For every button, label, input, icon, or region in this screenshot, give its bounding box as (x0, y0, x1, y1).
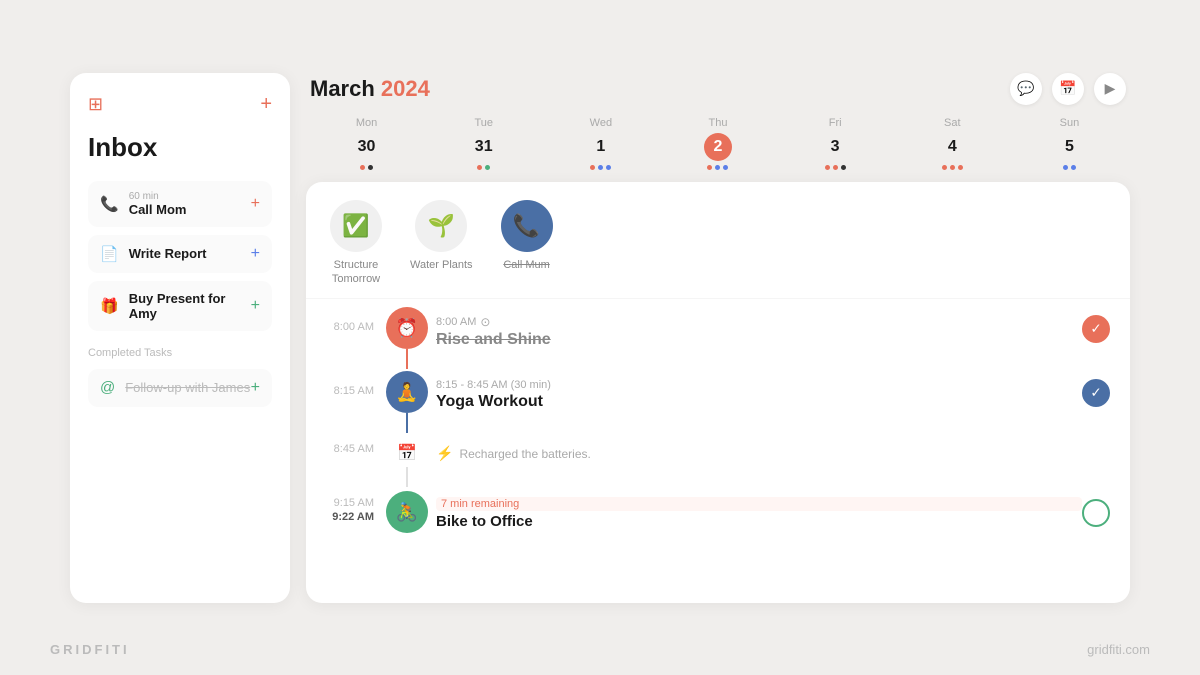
calendar-header: March 2024 💬 📅 ▶ (306, 73, 1130, 105)
day-dots (1063, 165, 1076, 170)
content-panel: ✅ StructureTomorrow 🌱 Water Plants 📞 Cal… (306, 182, 1130, 603)
day-tue[interactable]: Tue 31 (425, 117, 542, 170)
day-label: Mon (356, 117, 377, 129)
day-number: 3 (821, 133, 849, 161)
inbox-title: Inbox (88, 132, 272, 163)
phone-icon: 📞 (100, 195, 119, 213)
day-label: Sat (944, 117, 961, 129)
task-add-button[interactable]: + (251, 297, 260, 315)
task-write-report[interactable]: 📄 Write Report + (88, 235, 272, 273)
days-row: Mon 30 Tue 31 Wed 1 (306, 117, 1130, 170)
day-label: Sun (1060, 117, 1080, 129)
time-label: 9:15 AM (326, 497, 374, 509)
task-name: Write Report (129, 246, 207, 261)
day-mon[interactable]: Mon 30 (308, 117, 425, 170)
day-dots (825, 165, 846, 170)
day-sat[interactable]: Sat 4 (894, 117, 1011, 170)
task-name: Follow-up with James (125, 380, 250, 395)
quick-task-call-mum[interactable]: 📞 Call Mum (501, 200, 553, 287)
task-add-button[interactable]: + (251, 245, 260, 263)
time-label: 8:15 AM (334, 385, 374, 397)
gift-icon: 🎁 (100, 297, 119, 315)
day-label: Wed (590, 117, 612, 129)
time-label: 8:45 AM (334, 443, 374, 455)
chat-icon-button[interactable]: 💬 (1010, 73, 1042, 105)
quick-task-label: Call Mum (503, 258, 549, 272)
task-add-button[interactable]: + (251, 195, 260, 213)
task-call-mom[interactable]: 📞 60 min Call Mom + (88, 181, 272, 227)
task-add-button[interactable]: + (251, 379, 260, 397)
quick-task-water-plants[interactable]: 🌱 Water Plants (410, 200, 473, 287)
at-icon: @ (100, 379, 115, 396)
event-note: ⚡ Recharged the batteries. (436, 445, 1082, 462)
day-number-today: 2 (704, 133, 732, 161)
play-icon-button[interactable]: ▶ (1094, 73, 1126, 105)
day-label: Fri (829, 117, 842, 129)
day-sun[interactable]: Sun 5 (1011, 117, 1128, 170)
completed-section: Completed Tasks @ Follow-up with James + (88, 347, 272, 407)
sidebar-header: ⊞ + (88, 93, 272, 116)
main-area: March 2024 💬 📅 ▶ Mon 30 Tue 31 (306, 73, 1130, 603)
quick-task-label: Water Plants (410, 258, 473, 272)
document-icon: 📄 (100, 245, 119, 263)
check-button-rise-shine[interactable]: ✓ (1082, 315, 1110, 343)
quick-task-circle: ✅ (330, 200, 382, 252)
quick-tasks-row: ✅ StructureTomorrow 🌱 Water Plants 📞 Cal… (306, 182, 1130, 300)
event-circle-yoga: 🧘 (386, 371, 428, 413)
day-dots (590, 165, 611, 170)
event-circle-rise-shine: ⏰ (386, 307, 428, 349)
task-name: Call Mom (129, 202, 187, 217)
quick-task-structure[interactable]: ✅ StructureTomorrow (330, 200, 382, 287)
event-time: 8:00 AM ⊙ (436, 315, 1082, 329)
day-wed[interactable]: Wed 1 (542, 117, 659, 170)
event-circle-bike: 🚴 (386, 491, 428, 533)
day-label: Tue (474, 117, 493, 129)
task-name: Buy Present for Amy (129, 291, 251, 321)
quick-task-label: StructureTomorrow (332, 258, 380, 287)
header-icons: 💬 📅 ▶ (1010, 73, 1126, 105)
calendar-note-icon: 📅 (386, 439, 428, 467)
day-label: Thu (709, 117, 728, 129)
task-duration: 60 min (129, 191, 187, 202)
day-number: 1 (587, 133, 615, 161)
quick-task-circle: 📞 (501, 200, 553, 252)
brand-right: gridfiti.com (1087, 642, 1150, 657)
day-dots (360, 165, 373, 170)
day-dots (942, 165, 963, 170)
time-label: 8:00 AM (334, 321, 374, 333)
day-fri[interactable]: Fri 3 (777, 117, 894, 170)
day-number: 4 (938, 133, 966, 161)
event-badge: 7 min remaining (436, 497, 1082, 511)
task-buy-present[interactable]: 🎁 Buy Present for Amy + (88, 281, 272, 331)
event-title-bike: Bike to Office (436, 513, 1082, 530)
task-follow-up[interactable]: @ Follow-up with James + (88, 369, 272, 407)
sidebar-toggle-icon: ⊞ (88, 94, 103, 115)
timeline: 8:00 AM ⏰ 8:00 AM ⊙ Rise and Shine ✓ (306, 299, 1130, 602)
quick-task-circle: 🌱 (415, 200, 467, 252)
check-button-yoga[interactable]: ✓ (1082, 379, 1110, 407)
time-label-bold: 9:22 AM (326, 511, 374, 523)
event-title-rise-shine: Rise and Shine (436, 331, 1082, 349)
sidebar: ⊞ + Inbox 📞 60 min Call Mom + 📄 Write Re… (70, 73, 290, 603)
event-title-yoga: Yoga Workout (436, 393, 1082, 411)
day-dots (477, 165, 490, 170)
day-number: 30 (353, 133, 381, 161)
check-button-bike[interactable] (1082, 499, 1110, 527)
day-thu[interactable]: Thu 2 (659, 117, 776, 170)
footer: GRIDFITI gridfiti.com (50, 642, 1150, 657)
day-number: 31 (470, 133, 498, 161)
sidebar-add-button[interactable]: + (260, 93, 272, 116)
day-dots (707, 165, 728, 170)
calendar-title: March 2024 (310, 76, 430, 102)
completed-label: Completed Tasks (88, 347, 272, 359)
calendar-icon-button[interactable]: 📅 (1052, 73, 1084, 105)
day-number: 5 (1055, 133, 1083, 161)
brand-left: GRIDFITI (50, 642, 130, 657)
event-time: 8:15 - 8:45 AM (30 min) (436, 379, 1082, 391)
